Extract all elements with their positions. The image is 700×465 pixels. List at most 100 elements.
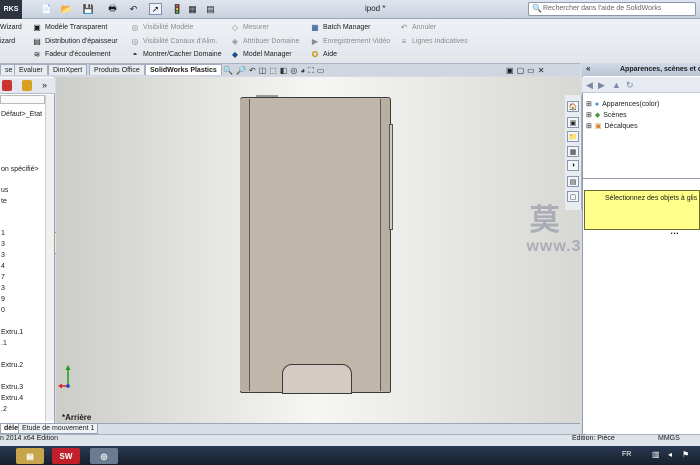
traffic-light-icon[interactable]: 🚦: [171, 3, 184, 15]
appearance-tab-icon[interactable]: [2, 80, 12, 91]
section-view-icon[interactable]: ◫: [259, 66, 267, 78]
toggle-domain-button[interactable]: ◓ Montrer/Cacher Domaine: [130, 48, 222, 61]
tab-motion-study[interactable]: Etude de mouvement 1: [18, 424, 99, 434]
expand-plus-icon[interactable]: ⊞: [586, 100, 592, 108]
edit-appearance-icon[interactable]: ◕: [300, 66, 305, 78]
tree-filter-input[interactable]: [0, 95, 45, 104]
tree-item[interactable]: on spécifié>: [1, 166, 39, 173]
tree-item[interactable]: us: [1, 187, 8, 194]
tree-scrollbar[interactable]: [45, 95, 54, 421]
flow-fade-button[interactable]: ≋ Fadeur d'écoulement: [32, 48, 111, 61]
wizard-button-2[interactable]: izard: [0, 35, 15, 48]
tree-item[interactable]: 3: [1, 285, 5, 292]
tab-dimxpert[interactable]: DimXpert: [48, 64, 88, 75]
tree-item[interactable]: Extru.2: [1, 362, 23, 369]
batch-manager-button[interactable]: ▦ Batch Manager: [310, 21, 370, 34]
scene-icon: ◆: [594, 112, 601, 119]
video-record-button[interactable]: ▶ Enregistrement Vidéo: [310, 35, 390, 48]
print-icon[interactable]: 🖶: [106, 3, 119, 15]
up-icon[interactable]: ▲: [612, 80, 621, 90]
scene-icon[interactable]: ⛶: [308, 66, 314, 78]
refresh-icon[interactable]: ↻: [626, 80, 634, 91]
tree-item[interactable]: 1: [1, 230, 5, 237]
view-palette-tab-icon[interactable]: ▦: [567, 146, 579, 157]
options-icon[interactable]: ▤: [204, 3, 217, 15]
file-explorer-icon[interactable]: ▤: [16, 448, 44, 464]
save-icon[interactable]: 💾: [82, 3, 95, 15]
assign-domain-button[interactable]: ◈ Attribuer Domaine: [230, 35, 300, 48]
undo-icon: ↶: [400, 23, 408, 32]
tree-item[interactable]: 4: [1, 263, 5, 270]
more-dots-icon[interactable]: …: [670, 226, 679, 236]
tree-item[interactable]: Extru.4: [1, 395, 23, 402]
measure-button[interactable]: ◇ Mesurer: [230, 21, 269, 34]
solidworks-icon[interactable]: SW: [52, 448, 80, 464]
close-icon[interactable]: ✕: [538, 66, 545, 75]
app-logo[interactable]: RKS: [0, 0, 22, 19]
tab-produits-office[interactable]: Produits Office: [89, 64, 145, 75]
appearances-tab-icon[interactable]: ◑: [567, 160, 579, 171]
flag-icon[interactable]: ⚑: [682, 450, 689, 459]
model-visibility-button[interactable]: ◎ Visibilité Modèle: [130, 21, 194, 34]
display-tab-icon[interactable]: [22, 80, 32, 91]
language-indicator[interactable]: FR: [622, 451, 631, 458]
new-document-icon[interactable]: 📄: [40, 3, 53, 15]
forward-icon[interactable]: ▶: [598, 80, 605, 91]
rebuild-icon[interactable]: ▦: [186, 3, 199, 15]
tree-item[interactable]: 0: [1, 307, 5, 314]
previous-view-icon[interactable]: ↶: [249, 66, 256, 78]
file-explorer-tab-icon[interactable]: 📁: [567, 131, 579, 142]
network-icon[interactable]: ▥: [652, 450, 660, 459]
select-arrow-icon[interactable]: ➚: [149, 3, 162, 15]
units-label[interactable]: MMGS: [658, 435, 680, 442]
resources-tab-icon[interactable]: 🏠: [567, 101, 579, 112]
tree-item[interactable]: Défaut>_Etat: [1, 111, 42, 118]
transparent-model-button[interactable]: ▣ Modèle Transparent: [32, 21, 107, 34]
extra-tab-icon[interactable]: ▢: [567, 191, 579, 202]
thickness-distribution-button[interactable]: ▤ Distribution d'épaisseur: [32, 35, 117, 48]
tree-item[interactable]: Extru.3: [1, 384, 23, 391]
view-orientation-icon[interactable]: ⬚: [269, 66, 277, 78]
expand-panel-icon[interactable]: »: [42, 80, 47, 90]
tree-item[interactable]: 9: [1, 296, 5, 303]
tree-item[interactable]: te: [1, 198, 7, 205]
restore-icon[interactable]: ▢: [517, 66, 525, 75]
zoom-area-icon[interactable]: 🔎: [236, 66, 246, 78]
tree-item-appearances[interactable]: ⊞ ● Apparences(color): [586, 100, 659, 109]
volume-icon[interactable]: ◂: [668, 450, 672, 459]
phone-model-body[interactable]: [240, 97, 391, 393]
expand-plus-icon[interactable]: ⊞: [586, 122, 592, 130]
tree-item[interactable]: Extru.1: [1, 329, 23, 336]
tree-item[interactable]: 7: [1, 274, 5, 281]
tree-item[interactable]: 3: [1, 241, 5, 248]
tree-item-scenes[interactable]: ⊞ ◆ Scènes: [586, 111, 627, 120]
tree-item[interactable]: .2: [1, 406, 7, 413]
undo-command-button[interactable]: ↶ Annuler: [399, 21, 437, 34]
display-style-icon[interactable]: ◧: [280, 66, 288, 78]
maximize-icon[interactable]: ▭: [527, 66, 535, 75]
collapse-pane-icon[interactable]: «: [586, 64, 590, 73]
back-icon[interactable]: ◀: [586, 80, 593, 91]
zoom-fit-icon[interactable]: 🔍: [223, 66, 233, 78]
utility-icon[interactable]: ◎: [90, 448, 118, 464]
custom-properties-tab-icon[interactable]: ▤: [567, 176, 579, 187]
tree-item-decals[interactable]: ⊞ ▣ Décalques: [586, 122, 638, 131]
guide-lines-button[interactable]: ≡ Lignes Indicatives: [399, 35, 468, 48]
wizard-button[interactable]: Wizard: [0, 21, 22, 34]
undo-icon[interactable]: ↶: [127, 3, 140, 15]
tab-solidworks-plastics[interactable]: SolidWorks Plastics: [145, 64, 222, 75]
phone-left-edge: [240, 99, 250, 391]
model-manager-button[interactable]: ◆ Model Manager: [230, 48, 292, 61]
tree-item[interactable]: .1: [1, 340, 7, 347]
tile-icon[interactable]: ▣: [506, 66, 514, 75]
hide-show-icon[interactable]: ◎: [290, 66, 297, 78]
help-button[interactable]: ✪ Aide: [310, 48, 337, 61]
tab-evaluer[interactable]: Evaluer: [14, 64, 48, 75]
expand-plus-icon[interactable]: ⊞: [586, 111, 592, 119]
open-folder-icon[interactable]: 📂: [60, 3, 73, 15]
tree-item[interactable]: 3: [1, 252, 5, 259]
view-settings-icon[interactable]: ▭: [317, 66, 325, 78]
help-search-input[interactable]: Rechercher dans l'aide de SolidWorks: [528, 2, 696, 16]
channel-visibility-button[interactable]: ◎ Visibilité Canaux d'Alim.: [130, 35, 218, 48]
design-library-tab-icon[interactable]: ▣: [567, 117, 579, 128]
